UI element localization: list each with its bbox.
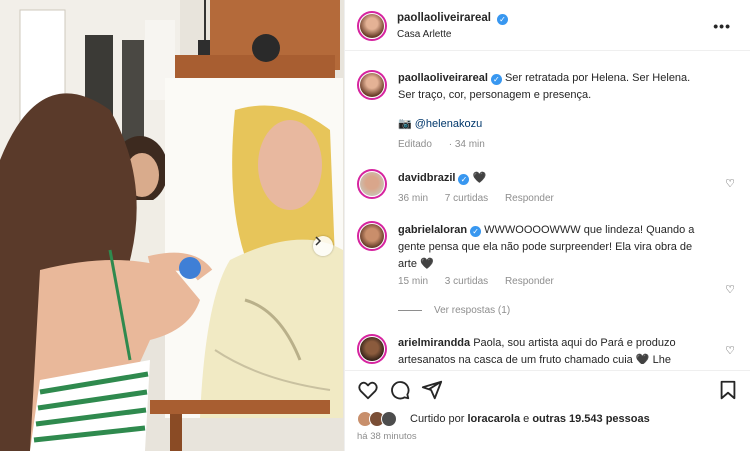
- reply-button[interactable]: Responder: [505, 193, 554, 204]
- author-avatar[interactable]: [357, 11, 387, 41]
- comment-age: 15 min: [398, 276, 429, 287]
- verified-badge-icon: ✓: [458, 174, 470, 185]
- comment-likes-link[interactable]: 7 curtidas: [445, 193, 488, 204]
- replies-divider-line: [398, 309, 422, 311]
- like-comment-heart-icon[interactable]: ♡: [725, 177, 735, 190]
- comment-username[interactable]: gabrielaloran: [398, 224, 467, 236]
- comment-avatar[interactable]: [357, 169, 387, 199]
- caption: paollaoliveirareal ✓ Ser retratada por He…: [355, 68, 735, 158]
- location-link[interactable]: Casa Arlette: [397, 29, 451, 40]
- liker-avatar: [381, 411, 397, 427]
- more-options-icon[interactable]: •••: [713, 18, 731, 34]
- post-actions-bar: [345, 370, 750, 410]
- comment-username[interactable]: ariel­mirandda: [398, 337, 470, 349]
- comment-bubble-icon[interactable]: [389, 379, 411, 401]
- verified-badge-icon: ✓: [490, 74, 502, 85]
- likes-count[interactable]: outras 19.543 pessoas: [532, 413, 649, 425]
- comment-age: 36 min: [398, 193, 429, 204]
- likes-prefix: Curtido por: [410, 413, 465, 425]
- liker-username[interactable]: loracarola: [467, 413, 520, 425]
- view-replies-button[interactable]: Ver respostas (1): [398, 305, 510, 316]
- caption-avatar[interactable]: [357, 70, 387, 100]
- reply-button[interactable]: Responder: [505, 276, 554, 287]
- post-image[interactable]: [0, 0, 344, 451]
- post-header: paollaoliveirareal ✓ Casa Arlette •••: [345, 0, 750, 51]
- edited-label: Editado · 34 min: [398, 139, 485, 150]
- save-bookmark-icon[interactable]: [717, 379, 739, 401]
- comment-likes-link[interactable]: 3 curtidas: [445, 276, 488, 287]
- post-timestamp: há 38 minutos: [357, 431, 417, 442]
- comment-avatar[interactable]: [357, 334, 387, 364]
- author-username[interactable]: paollaoliveirareal: [397, 12, 491, 24]
- chevron-right-icon: [315, 236, 322, 246]
- comments-list[interactable]: paollaoliveirareal ✓ Ser retratada por He…: [345, 52, 750, 364]
- verified-badge-icon: ✓: [470, 226, 482, 237]
- next-image-button[interactable]: [313, 236, 333, 256]
- portrait-painting-photo: [0, 0, 344, 451]
- likes-connector: e: [523, 413, 530, 425]
- post-details-panel: paollaoliveirareal ✓ Casa Arlette ••• pa…: [344, 0, 750, 451]
- verified-badge-icon: ✓: [497, 14, 509, 25]
- like-heart-icon[interactable]: [357, 379, 379, 401]
- comment-item: ariel­mirandda Paola, sou artista aqui d…: [355, 334, 735, 364]
- comment-text: 🖤: [472, 172, 487, 184]
- camera-icon: 📷: [398, 118, 412, 130]
- like-comment-heart-icon[interactable]: ♡: [725, 344, 735, 357]
- likes-summary[interactable]: Curtido por loracarola e outras 19.543 p…: [357, 410, 747, 430]
- comment-username[interactable]: davidbrazil: [398, 172, 455, 184]
- share-send-icon[interactable]: [421, 379, 443, 401]
- like-comment-heart-icon[interactable]: ♡: [725, 283, 735, 296]
- mention-link[interactable]: @helenakozu: [415, 118, 482, 130]
- caption-username[interactable]: paollaoliveirareal: [398, 72, 488, 84]
- comment-item: davidbrazil ✓ 🖤 36 min 7 curtidas Respond…: [355, 169, 735, 209]
- comment-avatar[interactable]: [357, 221, 387, 251]
